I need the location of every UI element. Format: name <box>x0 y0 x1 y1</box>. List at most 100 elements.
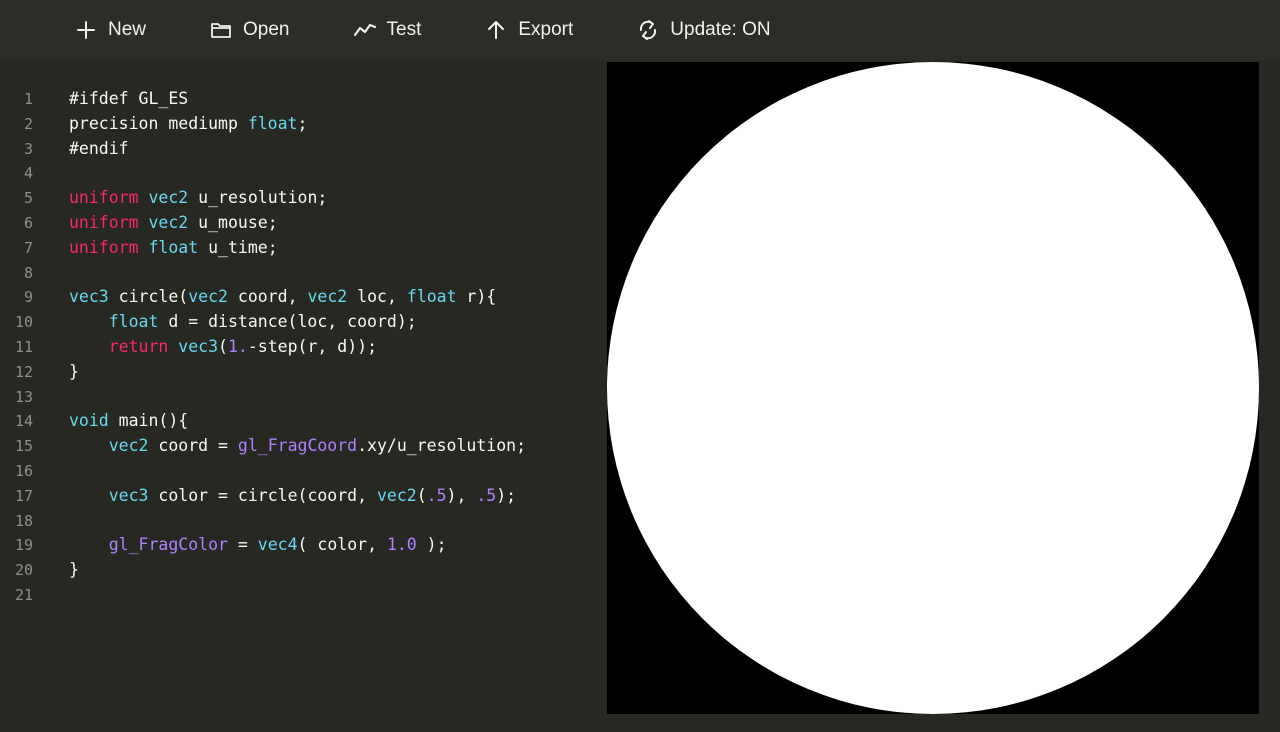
line-number: 7 <box>23 238 33 257</box>
code-token: u_time; <box>198 237 278 257</box>
code-line[interactable]: 17 vec3 color = circle(coord, vec2(.5), … <box>0 484 526 509</box>
line-number: 16 <box>14 461 33 480</box>
code-line[interactable]: 21 <box>0 583 526 608</box>
code-text: return vec3(1.-step(r, d)); <box>69 335 377 360</box>
code-line[interactable]: 5 uniform vec2 u_resolution; <box>0 186 526 211</box>
test-button-label: Test <box>386 19 422 40</box>
line-number: 15 <box>14 437 33 456</box>
code-token: ( <box>218 336 228 356</box>
code-token: .xy/u_resolution; <box>357 436 527 456</box>
code-token: coord = <box>148 436 238 456</box>
code-line[interactable]: 14 void main(){ <box>0 409 526 434</box>
code-line[interactable]: 20} <box>0 558 526 583</box>
code-token: d = distance(loc, coord); <box>158 312 417 332</box>
line-number: 18 <box>14 511 33 530</box>
code-text: } <box>69 360 79 385</box>
code-token: 1. <box>227 336 248 356</box>
code-text: gl_FragColor = vec4( color, 1.0 ); <box>69 533 447 558</box>
line-number: 20 <box>14 561 33 580</box>
code-token: color = circle(coord, <box>148 485 377 505</box>
code-line[interactable]: 19 gl_FragColor = vec4( color, 1.0 ); <box>0 533 526 558</box>
code-text: uniform float u_time; <box>69 236 278 261</box>
code-token: loc, <box>347 287 407 307</box>
code-token: ( color, <box>297 535 387 555</box>
code-token: uniform <box>69 212 139 232</box>
code-token: float <box>148 237 199 257</box>
folder-icon <box>209 18 233 42</box>
code-token: uniform <box>69 188 139 208</box>
shader-editor-app: New Open Test Export Update: ON 1 #ifdef… <box>0 0 1280 732</box>
new-button-label: New <box>108 19 147 40</box>
code-text: vec3 circle(vec2 coord, vec2 loc, float … <box>69 285 496 310</box>
code-line[interactable]: 4 <box>0 161 526 186</box>
code-line[interactable]: 18 <box>0 509 526 534</box>
shader-preview-canvas[interactable] <box>607 62 1259 714</box>
export-button[interactable]: Export <box>484 0 573 60</box>
code-line[interactable]: 9 vec3 circle(vec2 coord, vec2 loc, float… <box>0 285 526 310</box>
code-token: r){ <box>456 287 497 307</box>
line-number: 21 <box>14 585 33 604</box>
code-token: ; <box>297 113 308 133</box>
code-token: float <box>247 113 298 133</box>
code-token: gl_FragCoord <box>237 436 358 456</box>
open-button[interactable]: Open <box>209 0 290 60</box>
code-text: #ifdef GL_ES <box>69 87 188 112</box>
code-line[interactable]: 12} <box>0 360 526 385</box>
code-line[interactable]: 1 #ifdef GL_ES <box>0 87 526 112</box>
code-line[interactable]: 2 precision mediump float; <box>0 112 526 137</box>
refresh-icon <box>636 18 660 42</box>
line-number: 14 <box>14 412 33 431</box>
line-number: 13 <box>14 387 33 406</box>
code-line[interactable]: 13 <box>0 385 526 410</box>
code-line[interactable]: 3 #endif <box>0 137 526 162</box>
update-toggle-button[interactable]: Update: ON <box>636 0 771 60</box>
test-button[interactable]: Test <box>353 0 422 60</box>
line-number: 12 <box>14 362 33 381</box>
code-token: } <box>69 560 79 580</box>
code-line[interactable]: 15 vec2 coord = gl_FragCoord.xy/u_resolu… <box>0 434 526 459</box>
code-line[interactable]: 8 <box>0 261 526 286</box>
code-lines[interactable]: 1 #ifdef GL_ES 2 precision mediump float; 3 #… <box>0 87 526 608</box>
code-token: vec2 <box>188 287 228 307</box>
code-text: precision mediump float; <box>69 112 307 137</box>
code-line[interactable]: 16 <box>0 459 526 484</box>
rendered-circle <box>607 62 1259 714</box>
code-token: vec3 <box>108 485 149 505</box>
line-number: 8 <box>23 263 33 282</box>
update-toggle-label: Update: ON <box>670 19 771 40</box>
toolbar: New Open Test Export Update: ON <box>0 0 1280 60</box>
code-token: u_resolution; <box>188 188 328 208</box>
code-token: vec2 <box>108 436 149 456</box>
preview-render <box>607 62 1259 714</box>
code-line[interactable]: 11 return vec3(1.-step(r, d)); <box>0 335 526 360</box>
code-token: ); <box>416 535 447 555</box>
code-token: = <box>227 535 258 555</box>
code-text: uniform vec2 u_mouse; <box>69 211 278 236</box>
code-token: ( <box>416 485 427 505</box>
code-editor[interactable]: 1 #ifdef GL_ES 2 precision mediump float; 3 #… <box>0 61 606 732</box>
code-line[interactable]: 6 uniform vec2 u_mouse; <box>0 211 526 236</box>
code-line[interactable]: 7 uniform float u_time; <box>0 236 526 261</box>
code-token: } <box>69 361 79 381</box>
code-token: uniform <box>69 237 139 257</box>
code-line[interactable]: 10 float d = distance(loc, coord); <box>0 310 526 335</box>
code-token: vec2 <box>148 188 189 208</box>
new-button[interactable]: New <box>74 0 146 60</box>
code-token: #ifdef GL_ES <box>69 89 189 108</box>
line-number: 5 <box>23 189 33 208</box>
code-token: return <box>108 336 169 356</box>
code-text: #endif <box>69 137 129 162</box>
code-token: vec2 <box>307 287 348 307</box>
code-token: .5 <box>476 485 497 505</box>
code-token: vec2 <box>376 485 417 505</box>
code-token: vec3 <box>178 336 219 356</box>
